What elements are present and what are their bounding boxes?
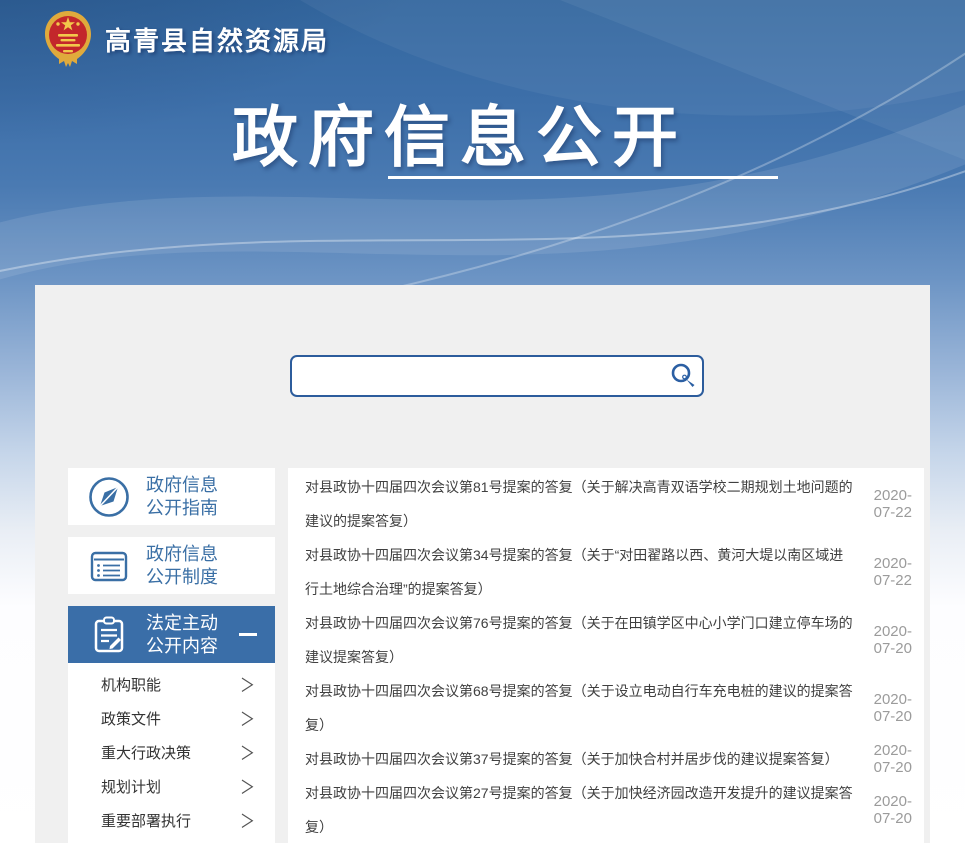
search-box: [290, 355, 704, 397]
chevron-right-icon: ＞: [240, 807, 255, 833]
sidebar-item-disclosure-guide[interactable]: 政府信息 公开指南: [68, 468, 275, 525]
sidebar-item-statutory-disclosure[interactable]: 法定主动 公开内容: [68, 606, 275, 663]
sidebar-submenu: 机构职能 ＞ 政策文件 ＞ 重大行政决策 ＞ 规划计划 ＞ 重要部署执行 ＞: [68, 663, 275, 843]
document-list-icon: [86, 543, 132, 589]
article-title[interactable]: 对县政协十四届四次会议第34号提案的答复（关于“对田翟路以西、黄河大堤以南区域进…: [305, 538, 853, 606]
chevron-right-icon: ＞: [240, 671, 255, 697]
article-title[interactable]: 对县政协十四届四次会议第27号提案的答复（关于加快经济园改造开发提升的建议提案答…: [305, 776, 853, 843]
sidebar-item-agency-functions[interactable]: 机构职能 ＞: [68, 667, 275, 701]
list-item[interactable]: 对县政协十四届四次会议第27号提案的答复（关于加快经济园改造开发提升的建议提案答…: [305, 776, 912, 843]
clipboard-pen-icon: [86, 612, 132, 658]
page-title: 政府信息公开: [150, 84, 770, 180]
article-date: 2020-07-20: [853, 691, 912, 725]
search-button[interactable]: [664, 357, 702, 395]
article-date: 2020-07-20: [853, 742, 912, 776]
article-date: 2020-07-20: [853, 623, 912, 657]
site-brand[interactable]: 高青县自然资源局: [44, 10, 329, 68]
submenu-label: 规划计划: [101, 776, 161, 797]
submenu-label: 机构职能: [101, 674, 161, 695]
article-list: 对县政协十四届四次会议第81号提案的答复（关于解决高青双语学校二期规划土地问题的…: [288, 468, 924, 843]
article-title[interactable]: 对县政协十四届四次会议第76号提案的答复（关于在田镇学区中心小学门口建立停车场的…: [305, 606, 853, 674]
compass-icon: [86, 474, 132, 520]
submenu-label: 重大行政决策: [101, 742, 191, 763]
article-date: 2020-07-20: [853, 793, 912, 827]
site-name: 高青县自然资源局: [105, 21, 329, 58]
sidebar-item-label: 政府信息 公开制度: [146, 543, 218, 589]
article-title[interactable]: 对县政协十四届四次会议第68号提案的答复（关于设立电动自行车充电桩的建议的提案答…: [305, 674, 853, 742]
title-underline: [388, 176, 778, 179]
collapse-minus-icon: [239, 633, 257, 636]
sidebar-item-disclosure-rules[interactable]: 政府信息 公开制度: [68, 537, 275, 594]
article-title[interactable]: 对县政协十四届四次会议第37号提案的答复（关于加快合村并居步伐的建议提案答复）: [305, 742, 853, 776]
page: 高青县自然资源局 政府信息公开: [0, 0, 965, 843]
list-item[interactable]: 对县政协十四届四次会议第68号提案的答复（关于设立电动自行车充电桩的建议的提案答…: [305, 674, 912, 742]
list-item[interactable]: 对县政协十四届四次会议第76号提案的答复（关于在田镇学区中心小学门口建立停车场的…: [305, 606, 912, 674]
sidebar-item-major-decisions[interactable]: 重大行政决策 ＞: [68, 735, 275, 769]
sidebar-item-key-deployments[interactable]: 重要部署执行 ＞: [68, 803, 275, 837]
sidebar-item-label: 政府信息 公开指南: [146, 474, 218, 520]
submenu-label: 政策文件: [101, 708, 161, 729]
sidebar-item-label: 法定主动 公开内容: [146, 612, 218, 658]
sidebar-item-policy-documents[interactable]: 政策文件 ＞: [68, 701, 275, 735]
chevron-right-icon: ＞: [240, 739, 255, 765]
sidebar-item-planning[interactable]: 规划计划 ＞: [68, 769, 275, 803]
article-date: 2020-07-22: [853, 487, 912, 521]
sidebar: 政府信息 公开指南 政府信息 公开制度: [68, 468, 275, 843]
search-icon: [668, 361, 698, 391]
list-item[interactable]: 对县政协十四届四次会议第81号提案的答复（关于解决高青双语学校二期规划土地问题的…: [305, 470, 912, 538]
chevron-right-icon: ＞: [240, 773, 255, 799]
submenu-label: 重要部署执行: [101, 810, 191, 831]
article-title[interactable]: 对县政协十四届四次会议第81号提案的答复（关于解决高青双语学校二期规划土地问题的…: [305, 470, 853, 538]
list-item[interactable]: 对县政协十四届四次会议第37号提案的答复（关于加快合村并居步伐的建议提案答复） …: [305, 742, 912, 776]
content-panel: 政府信息 公开指南 政府信息 公开制度: [35, 285, 930, 843]
national-emblem-icon: [44, 10, 92, 68]
list-item[interactable]: 对县政协十四届四次会议第34号提案的答复（关于“对田翟路以西、黄河大堤以南区域进…: [305, 538, 912, 606]
chevron-right-icon: ＞: [240, 705, 255, 731]
search-input[interactable]: [292, 357, 664, 395]
article-date: 2020-07-22: [853, 555, 912, 589]
